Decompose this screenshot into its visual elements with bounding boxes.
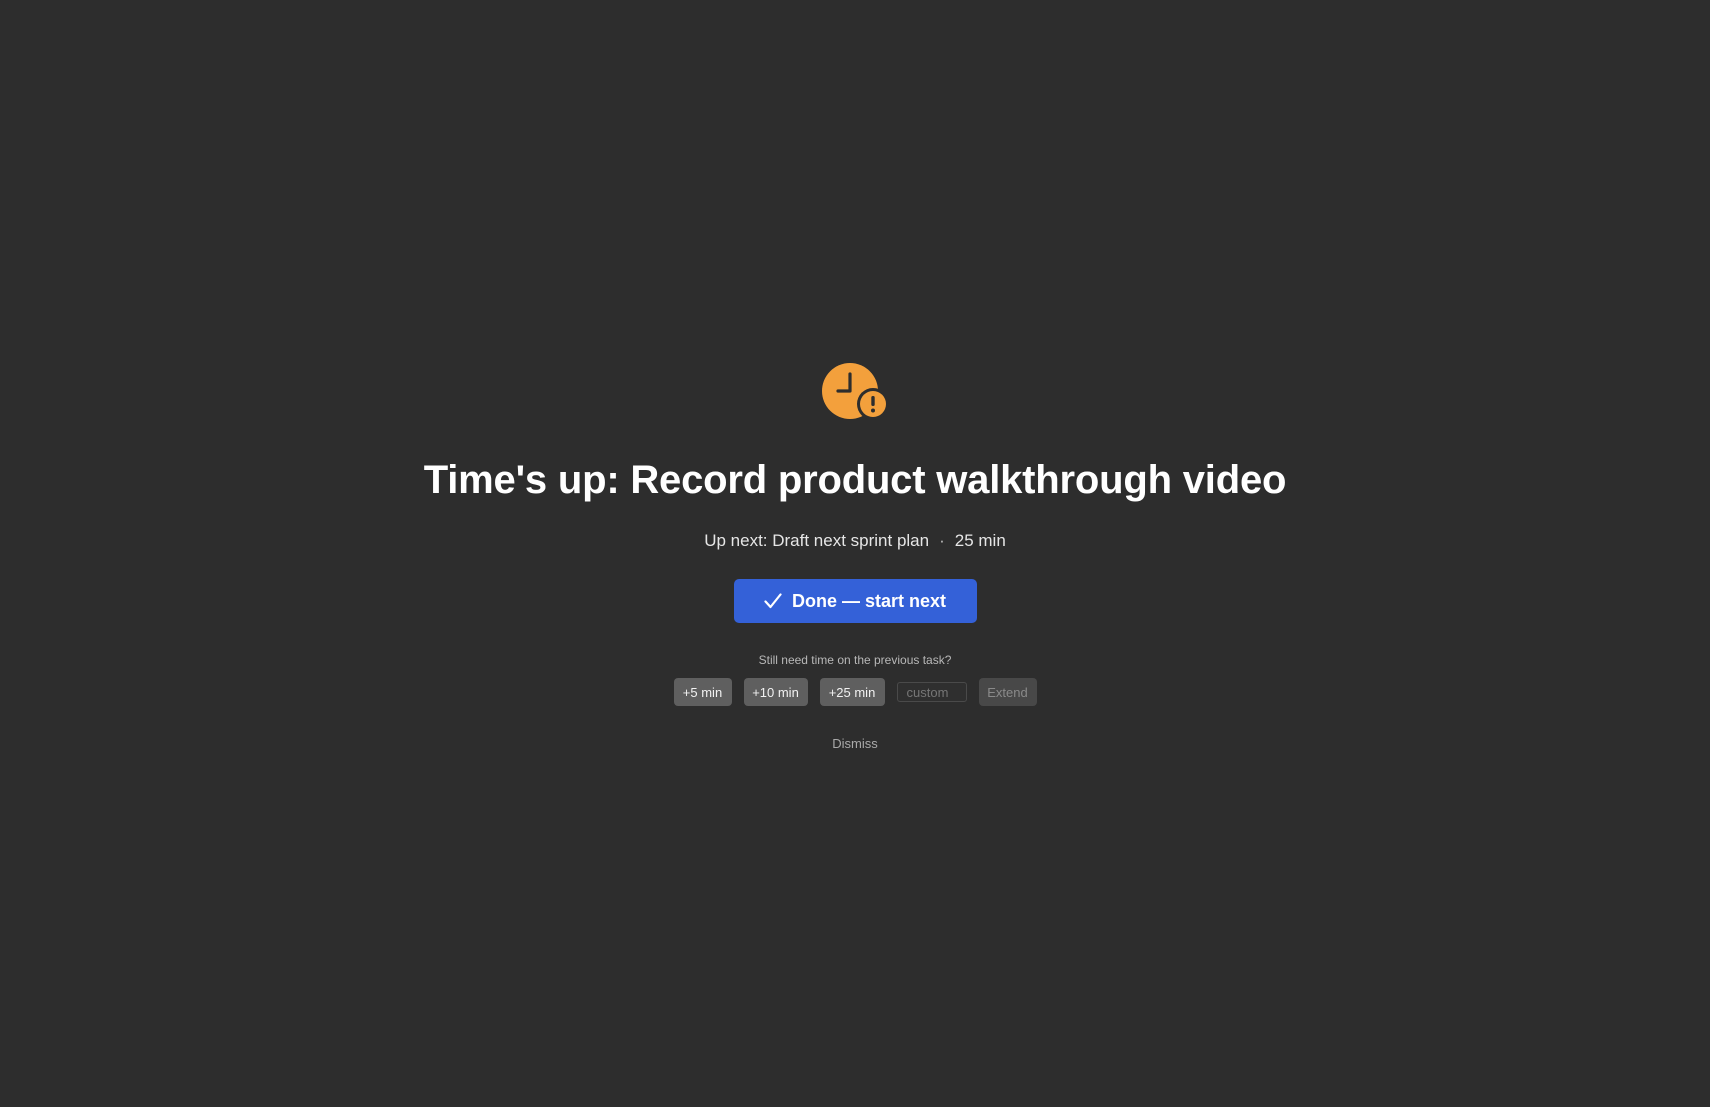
up-next-info: Up next: Draft next sprint plan · 25 min	[704, 530, 1006, 552]
times-up-screen: Time's up: Record product walkthrough vi…	[0, 0, 1710, 1107]
dismiss-link[interactable]: Dismiss	[828, 734, 882, 753]
separator-dot: ·	[939, 531, 945, 550]
extend-prompt: Still need time on the previous task?	[758, 653, 952, 667]
extend-controls: +5 min +10 min +25 min Extend	[673, 678, 1037, 706]
extend-25-min-button[interactable]: +25 min	[819, 678, 885, 706]
done-start-next-label: Done — start next	[791, 590, 947, 611]
extend-10-min-button[interactable]: +10 min	[743, 678, 808, 706]
alert-title: Time's up: Record product walkthrough vi…	[423, 458, 1287, 502]
custom-minutes-input[interactable]	[896, 682, 967, 702]
alert-panel: Time's up: Record product walkthrough vi…	[0, 362, 1710, 753]
checkmark-icon	[764, 593, 782, 609]
clock-alert-icon	[822, 363, 889, 420]
done-start-next-button[interactable]: Done — start next	[733, 579, 977, 623]
up-next-duration: 25 min	[954, 531, 1006, 550]
up-next-task: Up next: Draft next sprint plan	[704, 531, 930, 550]
extend-5-min-button[interactable]: +5 min	[673, 678, 732, 706]
extend-button[interactable]: Extend	[978, 678, 1037, 706]
